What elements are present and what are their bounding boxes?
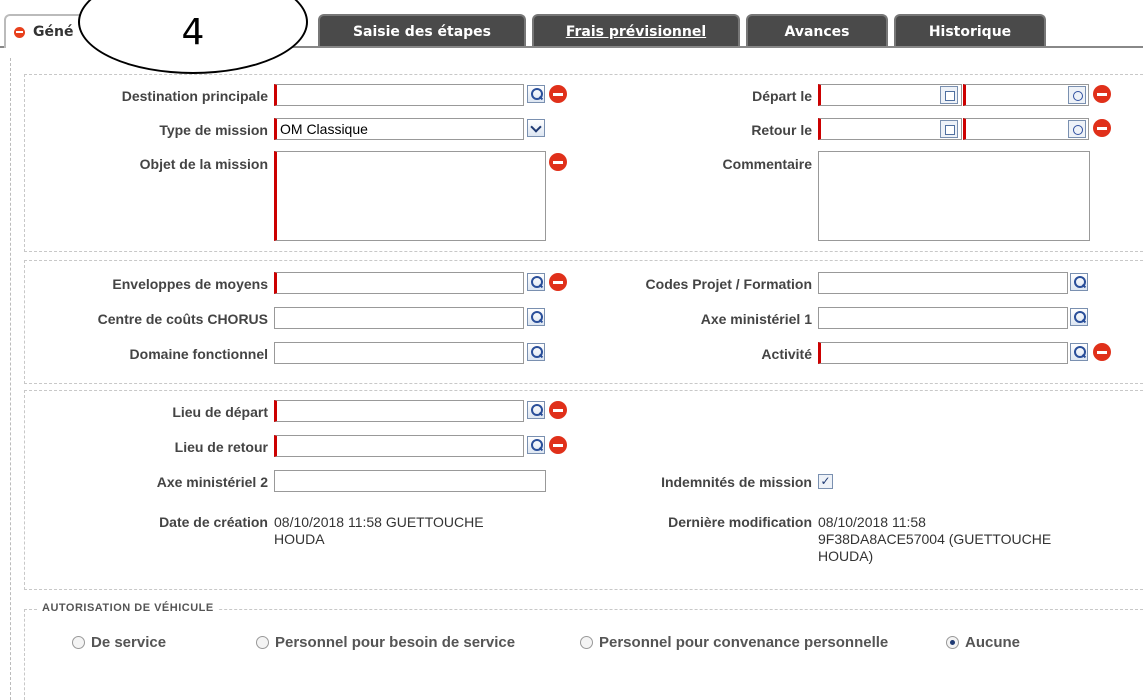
activite-field[interactable] xyxy=(818,342,1068,364)
indemnites-label: Indemnités de mission xyxy=(661,474,812,490)
centre-couts-field[interactable] xyxy=(274,307,524,329)
annotation-number: 4 xyxy=(181,12,205,53)
domaine-field[interactable] xyxy=(274,342,524,364)
commentaire-textarea[interactable] xyxy=(818,151,1090,241)
domaine-label: Domaine fonctionnel xyxy=(129,346,268,362)
tab-saisie-etapes[interactable]: Saisie des étapes xyxy=(318,14,526,48)
error-icon xyxy=(14,26,25,38)
retour-clock-icon[interactable] xyxy=(1068,120,1086,138)
lieu-retour-field[interactable] xyxy=(274,435,524,457)
depart-calendar-icon[interactable] xyxy=(940,86,958,104)
radio-indicator xyxy=(256,636,269,649)
enveloppes-field[interactable] xyxy=(274,272,524,294)
enveloppes-search-icon[interactable] xyxy=(527,273,545,291)
radio-indicator xyxy=(580,636,593,649)
retour-delete-icon[interactable] xyxy=(1093,119,1111,137)
derniere-modif-label: Dernière modification xyxy=(668,514,812,530)
destination-delete-icon[interactable] xyxy=(549,85,567,103)
activite-label: Activité xyxy=(761,346,812,362)
centre-couts-label: Centre de coûts CHORUS xyxy=(97,311,268,327)
indemnites-checkbox[interactable]: ✓ xyxy=(818,474,833,489)
retour-calendar-icon[interactable] xyxy=(940,120,958,138)
destination-search-icon[interactable] xyxy=(527,85,545,103)
lieu-depart-field[interactable] xyxy=(274,400,524,422)
lieu-retour-delete-icon[interactable] xyxy=(549,436,567,454)
lieu-depart-search-icon[interactable] xyxy=(527,401,545,419)
date-creation-label: Date de création xyxy=(159,514,268,530)
depart-delete-icon[interactable] xyxy=(1093,85,1111,103)
destination-field[interactable] xyxy=(274,84,524,106)
axe2-label: Axe ministériel 2 xyxy=(156,474,268,490)
tab-historique[interactable]: Historique xyxy=(894,14,1046,48)
radio-aucune[interactable]: Aucune xyxy=(946,634,1020,651)
activite-delete-icon[interactable] xyxy=(1093,343,1111,361)
lieu-depart-label: Lieu de départ xyxy=(172,404,268,420)
tab-frais-previsionnel[interactable]: Frais prévisionnel xyxy=(532,14,740,48)
axe2-field[interactable] xyxy=(274,470,546,492)
axe1-label: Axe ministériel 1 xyxy=(700,311,812,327)
chevron-down-icon[interactable] xyxy=(527,119,545,137)
codes-projet-label: Codes Projet / Formation xyxy=(645,276,812,292)
radio-convenance-personnelle[interactable]: Personnel pour convenance personnelle xyxy=(580,634,888,651)
activite-search-icon[interactable] xyxy=(1070,343,1088,361)
type-mission-value: OM Classique xyxy=(280,121,368,137)
lieu-depart-delete-icon[interactable] xyxy=(549,401,567,419)
type-mission-label: Type de mission xyxy=(159,122,268,138)
radio-de-service[interactable]: De service xyxy=(72,634,166,651)
enveloppes-delete-icon[interactable] xyxy=(549,273,567,291)
lieu-retour-label: Lieu de retour xyxy=(174,439,268,455)
domaine-search-icon[interactable] xyxy=(527,343,545,361)
axe1-field[interactable] xyxy=(818,307,1068,329)
date-creation-value: 08/10/2018 11:58 GUETTOUCHE HOUDA xyxy=(274,514,484,547)
depart-clock-icon[interactable] xyxy=(1068,86,1086,104)
radio-besoin-service[interactable]: Personnel pour besoin de service xyxy=(256,634,515,651)
destination-label: Destination principale xyxy=(121,88,268,104)
centre-couts-search-icon[interactable] xyxy=(527,308,545,326)
type-mission-select[interactable]: OM Classique xyxy=(274,118,524,140)
codes-projet-field[interactable] xyxy=(818,272,1068,294)
objet-textarea[interactable] xyxy=(274,151,546,241)
objet-label: Objet de la mission xyxy=(139,156,268,172)
vehicule-section-title: AUTORISATION DE VÉHICULE xyxy=(38,602,218,614)
retour-label: Retour le xyxy=(751,122,812,138)
radio-indicator-selected xyxy=(946,636,959,649)
objet-delete-icon[interactable] xyxy=(549,153,567,171)
enveloppes-label: Enveloppes de moyens xyxy=(112,276,268,292)
radio-indicator xyxy=(72,636,85,649)
depart-label: Départ le xyxy=(752,88,812,104)
section-vehicule xyxy=(24,609,1143,700)
codes-projet-search-icon[interactable] xyxy=(1070,273,1088,291)
lieu-retour-search-icon[interactable] xyxy=(527,436,545,454)
derniere-modif-value: 08/10/2018 11:58 9F38DA8ACE57004 (GUETTO… xyxy=(818,514,1052,564)
tab-avances[interactable]: Avances xyxy=(746,14,888,48)
commentaire-label: Commentaire xyxy=(722,156,812,172)
axe1-search-icon[interactable] xyxy=(1070,308,1088,326)
